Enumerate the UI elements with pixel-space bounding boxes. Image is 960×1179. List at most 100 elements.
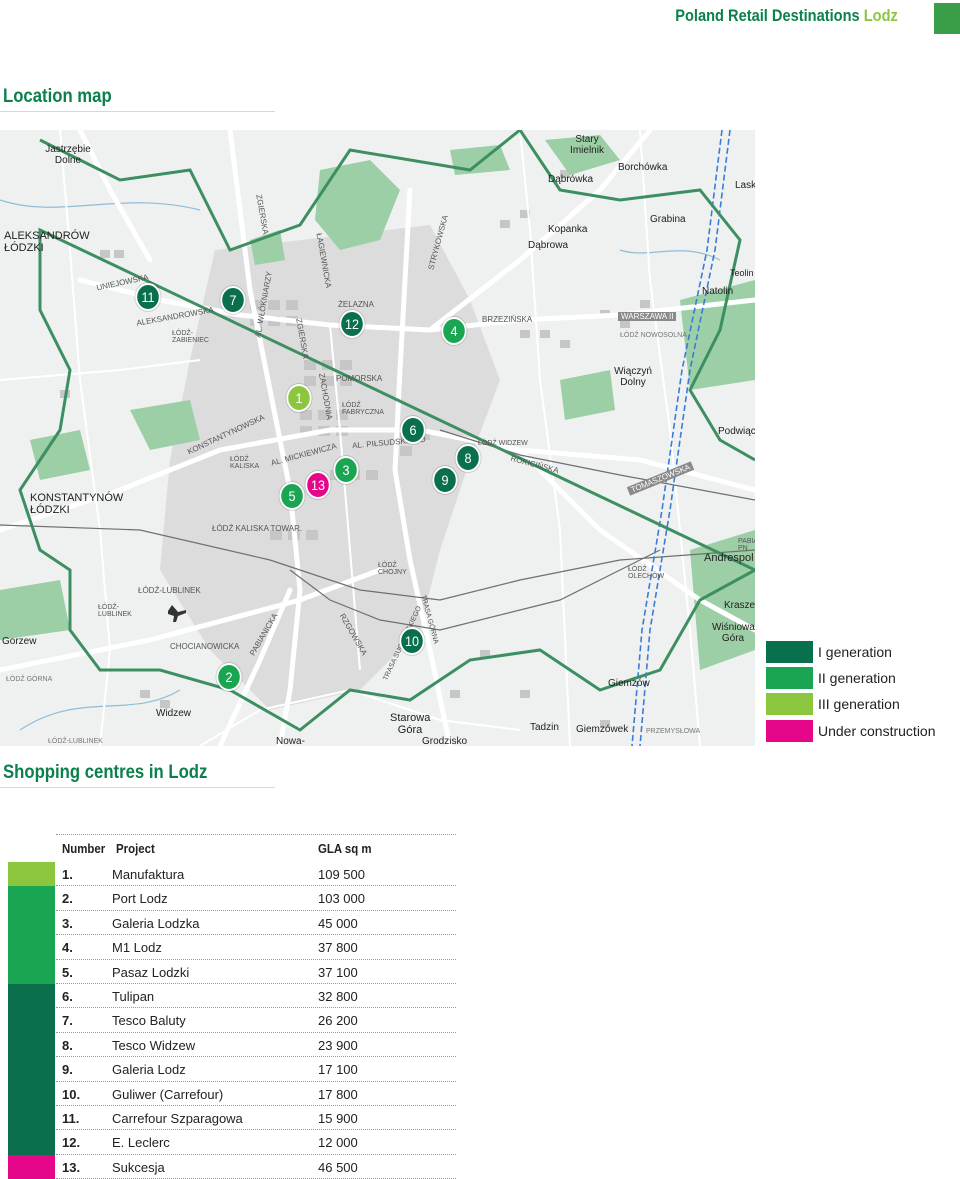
row-number: 8.	[62, 1037, 73, 1053]
row-number: 11.	[62, 1111, 80, 1126]
generation-color-bar	[8, 910, 55, 936]
marker-10[interactable]: 10	[399, 627, 425, 655]
marker-number: 3	[342, 462, 350, 478]
table-row: 7. Tesco Baluty 26 200	[8, 1008, 456, 1033]
row-project: Tesco Baluty	[112, 1013, 186, 1029]
legend-label: II generation	[818, 670, 896, 686]
marker-9[interactable]: 9	[432, 466, 458, 494]
marker-number: 9	[441, 472, 449, 488]
legend-label: III generation	[818, 696, 900, 712]
row-gla: 45 000	[318, 915, 358, 931]
table-row: 6. Tulipan 32 800	[8, 984, 456, 1009]
legend-swatch	[766, 667, 813, 689]
row-project: Sukcesja	[112, 1159, 165, 1175]
row-number: 3.	[62, 915, 73, 931]
row-project: Galeria Lodz	[112, 1062, 186, 1078]
row-gla: 109 500	[318, 867, 365, 882]
column-header-project: Project	[116, 841, 155, 856]
row-number: 2.	[62, 891, 73, 907]
shopping-centres-rule	[0, 787, 275, 788]
row-project: Tesco Widzew	[112, 1037, 196, 1053]
location-map-heading: Location map	[3, 86, 112, 107]
row-gla: 37 100	[318, 964, 358, 980]
table-top-rule	[56, 834, 456, 835]
location-map-rule	[0, 111, 275, 112]
row-project: Galeria Lodzka	[112, 915, 200, 931]
marker-number: 6	[409, 422, 417, 438]
table-row: 11. Carrefour Szparagowa 15 900	[8, 1106, 456, 1131]
legend-label: I generation	[818, 644, 892, 660]
marker-number: 13	[310, 477, 326, 493]
row-number: 5.	[62, 964, 73, 980]
legend-item-gen1: I generation	[766, 641, 960, 665]
header-title-city: Lodz	[863, 6, 898, 25]
generation-color-bar	[8, 935, 55, 960]
legend-swatch	[766, 641, 813, 663]
table-row: 3. Galeria Lodzka 45 000	[8, 910, 456, 936]
marker-5[interactable]: 5	[279, 482, 305, 510]
row-number: 13.	[62, 1159, 81, 1175]
table-row: 8. Tesco Widzew 23 900	[8, 1032, 456, 1058]
marker-8[interactable]: 8	[455, 444, 481, 472]
row-project: Carrefour Szparagowa	[112, 1111, 243, 1126]
generation-color-bar	[8, 862, 55, 887]
table-row: 12. E. Leclerc 12 000	[8, 1130, 456, 1155]
marker-12[interactable]: 12	[339, 310, 365, 338]
row-gla: 46 500	[318, 1159, 358, 1175]
row-gla: 32 800	[318, 989, 358, 1004]
row-number: 9.	[62, 1062, 73, 1078]
legend-item-gen2: II generation	[766, 667, 960, 691]
column-header-number: Number	[62, 841, 106, 856]
row-gla: 17 100	[318, 1062, 358, 1078]
marker-4[interactable]: 4	[441, 317, 467, 345]
legend-item-under-construction: Under construction	[766, 720, 960, 744]
row-gla: 23 900	[318, 1037, 358, 1053]
row-number: 6.	[62, 989, 73, 1004]
marker-11[interactable]: 11	[135, 283, 161, 311]
table-row: 1. Manufaktura 109 500	[8, 862, 456, 887]
marker-number: 5	[288, 488, 296, 504]
map-marker-layer: 1 2 3 4 5 6 7 8 9 10 11 12 13	[0, 130, 755, 746]
row-project: E. Leclerc	[112, 1135, 170, 1151]
row-number: 4.	[62, 940, 73, 956]
marker-number: 4	[450, 323, 458, 339]
generation-color-bar	[8, 1032, 55, 1058]
marker-number: 12	[344, 316, 360, 332]
generation-color-bar	[8, 959, 55, 984]
row-gla: 37 800	[318, 940, 358, 956]
legend-item-gen3: III generation	[766, 693, 960, 717]
legend-swatch	[766, 693, 813, 715]
marker-6[interactable]: 6	[400, 416, 426, 444]
generation-color-bar	[8, 886, 55, 911]
column-header-gla: GLA sq m	[318, 841, 372, 856]
generation-color-bar	[8, 984, 55, 1009]
marker-number: 10	[404, 633, 420, 649]
marker-13[interactable]: 13	[305, 471, 331, 499]
generation-color-bar	[8, 1057, 55, 1082]
table-row: 10. Guliwer (Carrefour) 17 800	[8, 1081, 456, 1106]
marker-1[interactable]: 1	[286, 384, 312, 412]
row-number: 10.	[62, 1086, 81, 1102]
marker-2[interactable]: 2	[216, 663, 242, 691]
row-number: 1.	[62, 867, 73, 882]
page-header-title: Poland Retail Destinations Lodz	[675, 6, 898, 26]
legend-label: Under construction	[818, 723, 936, 739]
marker-7[interactable]: 7	[220, 286, 246, 314]
table-row: 9. Galeria Lodz 17 100	[8, 1057, 456, 1082]
row-number: 12.	[62, 1135, 81, 1151]
generation-color-bar	[8, 1130, 55, 1155]
table-row: 13. Sukcesja 46 500	[8, 1154, 456, 1179]
shopping-centres-heading: Shopping centres in Lodz	[3, 762, 208, 783]
row-gla: 17 800	[318, 1086, 358, 1102]
marker-number: 2	[225, 669, 233, 685]
marker-number: 1	[295, 390, 303, 406]
legend-swatch	[766, 720, 813, 742]
marker-number: 8	[464, 450, 472, 466]
row-project: Tulipan	[112, 989, 155, 1004]
generation-color-bar	[8, 1081, 55, 1106]
location-map[interactable]: Jastrzębie Dolne Stary Imielnik Borchówk…	[0, 130, 755, 746]
row-gla: 12 000	[318, 1135, 358, 1151]
marker-3[interactable]: 3	[333, 456, 359, 484]
generation-color-bar	[8, 1154, 55, 1179]
marker-number: 7	[229, 292, 237, 308]
